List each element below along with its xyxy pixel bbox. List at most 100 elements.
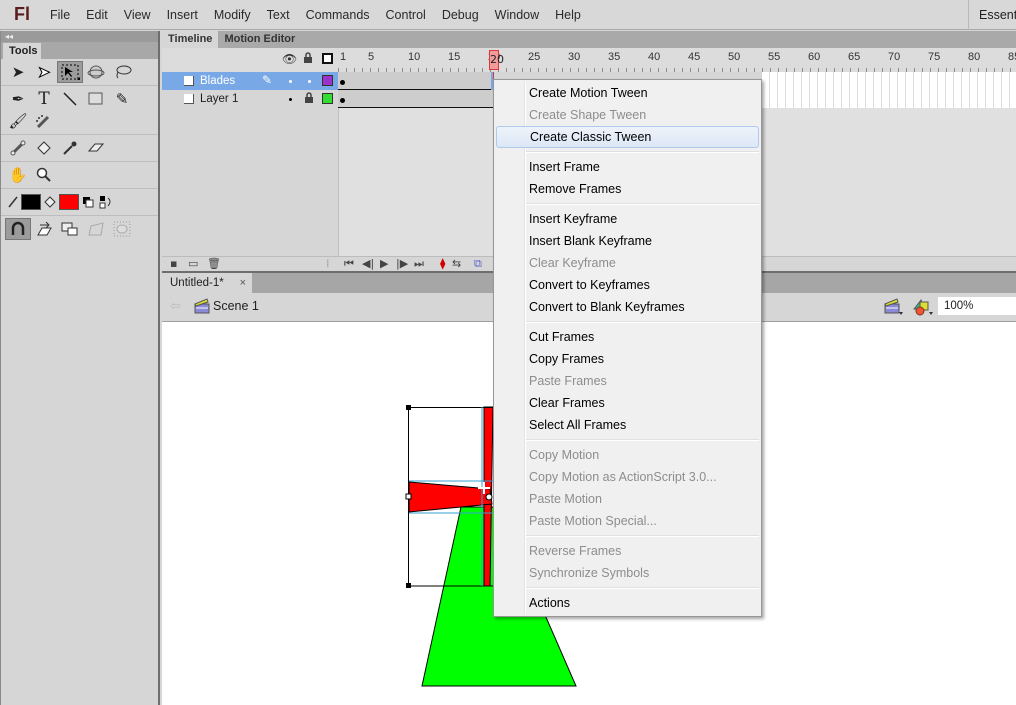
subselection-tool-icon[interactable]: ➤ xyxy=(31,61,57,83)
new-layer-icon[interactable]: ▪ xyxy=(170,257,177,271)
menu-window[interactable]: Window xyxy=(487,0,547,30)
lasso-tool-icon[interactable] xyxy=(109,61,135,83)
back-arrow-icon[interactable]: ⇦ xyxy=(170,299,181,314)
playhead[interactable]: 20 xyxy=(489,50,504,70)
frames-layer-1[interactable] xyxy=(338,90,493,108)
lock-dot[interactable] xyxy=(308,80,311,83)
empty-frames-grid[interactable] xyxy=(762,72,1016,108)
brush-tool-icon[interactable]: 🖌 xyxy=(5,110,31,132)
menu-debug[interactable]: Debug xyxy=(434,0,487,30)
menu-text[interactable]: Text xyxy=(259,0,298,30)
step-forward-icon[interactable]: |▶ xyxy=(396,257,408,271)
document-tab[interactable]: Untitled-1* × xyxy=(162,273,252,293)
go-to-last-frame-icon[interactable]: ⏭ xyxy=(414,257,424,271)
menu-item-clear-frames[interactable]: Clear Frames xyxy=(496,392,759,414)
menu-item-copy-frames[interactable]: Copy Frames xyxy=(496,348,759,370)
menu-item-insert-frame[interactable]: Insert Frame xyxy=(496,156,759,178)
tool-group-selection: ➤ ➤ xyxy=(1,59,158,86)
menu-item-insert-keyframe[interactable]: Insert Keyframe xyxy=(496,208,759,230)
transform-handle[interactable] xyxy=(405,493,412,500)
menu-item-insert-blank-keyframe[interactable]: Insert Blank Keyframe xyxy=(496,230,759,252)
bone-tool-icon[interactable] xyxy=(5,137,31,159)
collapse-panel-button[interactable]: ◂◂ xyxy=(1,31,158,42)
selection-tool-icon[interactable]: ➤ xyxy=(5,61,31,83)
lock-icon[interactable] xyxy=(304,92,314,107)
go-to-first-frame-icon[interactable]: ⏮ xyxy=(344,257,354,271)
outline-color-box[interactable] xyxy=(322,75,333,86)
stroke-color-pencil-icon xyxy=(5,191,21,213)
timeline-ruler[interactable]: 151015202530354045505560657075808520 xyxy=(338,48,1016,72)
close-tab-icon[interactable]: × xyxy=(240,273,246,293)
text-tool-icon[interactable]: T xyxy=(31,88,57,110)
menu-item-cut-frames[interactable]: Cut Frames xyxy=(496,326,759,348)
frames-blades[interactable] xyxy=(338,72,493,90)
edit-scene-icon[interactable] xyxy=(884,298,904,319)
ruler-label: 10 xyxy=(408,51,421,63)
menu-item-create-classic-tween[interactable]: Create Classic Tween xyxy=(496,126,759,148)
menu-help[interactable]: Help xyxy=(547,0,589,30)
deco-tool-icon[interactable] xyxy=(31,110,57,132)
registration-point[interactable] xyxy=(485,493,493,501)
menu-item-create-motion-tween[interactable]: Create Motion Tween xyxy=(496,82,759,104)
onion-skin-icon[interactable]: ⧉ xyxy=(474,257,482,271)
divider-handle[interactable]: ⁞ xyxy=(326,257,330,271)
zoom-tool-icon[interactable] xyxy=(31,164,57,186)
stroke-color-swatch[interactable] xyxy=(21,194,41,210)
ruler-label: 55 xyxy=(768,51,781,63)
swap-colors-icon[interactable] xyxy=(97,191,115,213)
menu-item-convert-to-blank-keyframes[interactable]: Convert to Blank Keyframes xyxy=(496,296,759,318)
menu-commands[interactable]: Commands xyxy=(298,0,378,30)
outline-all-icon[interactable] xyxy=(322,53,333,64)
menu-edit[interactable]: Edit xyxy=(78,0,116,30)
step-back-icon[interactable]: ◀| xyxy=(362,257,374,271)
outline-color-box[interactable] xyxy=(322,93,333,104)
rotate-skew-icon[interactable] xyxy=(31,218,57,240)
eraser-tool-icon[interactable] xyxy=(83,137,109,159)
show-hide-eye-icon[interactable]: 👁 xyxy=(282,52,297,66)
menu-item-remove-frames[interactable]: Remove Frames xyxy=(496,178,759,200)
edit-symbols-icon[interactable] xyxy=(912,297,934,320)
menu-insert[interactable]: Insert xyxy=(159,0,206,30)
3d-rotation-tool-icon[interactable] xyxy=(83,61,109,83)
snap-to-objects-icon[interactable] xyxy=(5,218,31,240)
zoom-level-input[interactable]: 100% xyxy=(938,297,1016,315)
tools-tab[interactable]: Tools xyxy=(3,43,41,59)
eyedropper-tool-icon[interactable] xyxy=(57,137,83,159)
menu-control[interactable]: Control xyxy=(378,0,434,30)
layer-icon xyxy=(184,94,194,104)
line-tool-icon[interactable] xyxy=(57,88,83,110)
center-frame-icon[interactable]: ⧫ xyxy=(440,257,445,271)
hand-tool-icon[interactable]: ✋ xyxy=(5,164,31,186)
paint-bucket-tool-icon[interactable] xyxy=(31,137,57,159)
ruler-label: 30 xyxy=(568,51,581,63)
layer-row-blades[interactable]: Blades ✎ xyxy=(162,72,338,90)
lock-all-icon[interactable] xyxy=(303,52,313,67)
menu-item-select-all-frames[interactable]: Select All Frames xyxy=(496,414,759,436)
visible-dot[interactable] xyxy=(289,98,292,101)
play-icon[interactable]: ▶ xyxy=(380,257,388,271)
menu-item-actions[interactable]: Actions xyxy=(496,592,759,614)
tab-timeline[interactable]: Timeline xyxy=(162,31,219,48)
menu-modify[interactable]: Modify xyxy=(206,0,259,30)
transform-handle[interactable] xyxy=(406,583,411,588)
fill-color-swatch[interactable] xyxy=(59,194,79,210)
menu-item-convert-to-keyframes[interactable]: Convert to Keyframes xyxy=(496,274,759,296)
delete-layer-icon[interactable]: 🗑 xyxy=(207,257,221,271)
visible-dot[interactable] xyxy=(289,80,292,83)
pen-tool-icon[interactable]: ✒ xyxy=(5,88,31,110)
menu-view[interactable]: View xyxy=(116,0,159,30)
free-transform-tool-icon[interactable] xyxy=(57,61,83,83)
new-folder-icon[interactable]: ▭ xyxy=(188,257,198,271)
keyframe-dot[interactable] xyxy=(340,98,345,103)
pencil-tool-icon[interactable]: ✎ xyxy=(109,88,135,110)
tab-motion-editor[interactable]: Motion Editor xyxy=(218,31,301,48)
loop-icon[interactable]: ⇆ xyxy=(452,257,461,271)
rectangle-tool-icon[interactable] xyxy=(83,88,109,110)
workspace-switcher[interactable]: Essentials xyxy=(968,0,1016,30)
keyframe-dot[interactable] xyxy=(340,80,345,85)
scale-icon[interactable] xyxy=(57,218,83,240)
default-colors-icon[interactable] xyxy=(79,191,97,213)
layer-row-layer-1[interactable]: Layer 1 xyxy=(162,90,338,108)
menu-file[interactable]: File xyxy=(42,0,78,30)
transform-handle[interactable] xyxy=(406,405,411,410)
